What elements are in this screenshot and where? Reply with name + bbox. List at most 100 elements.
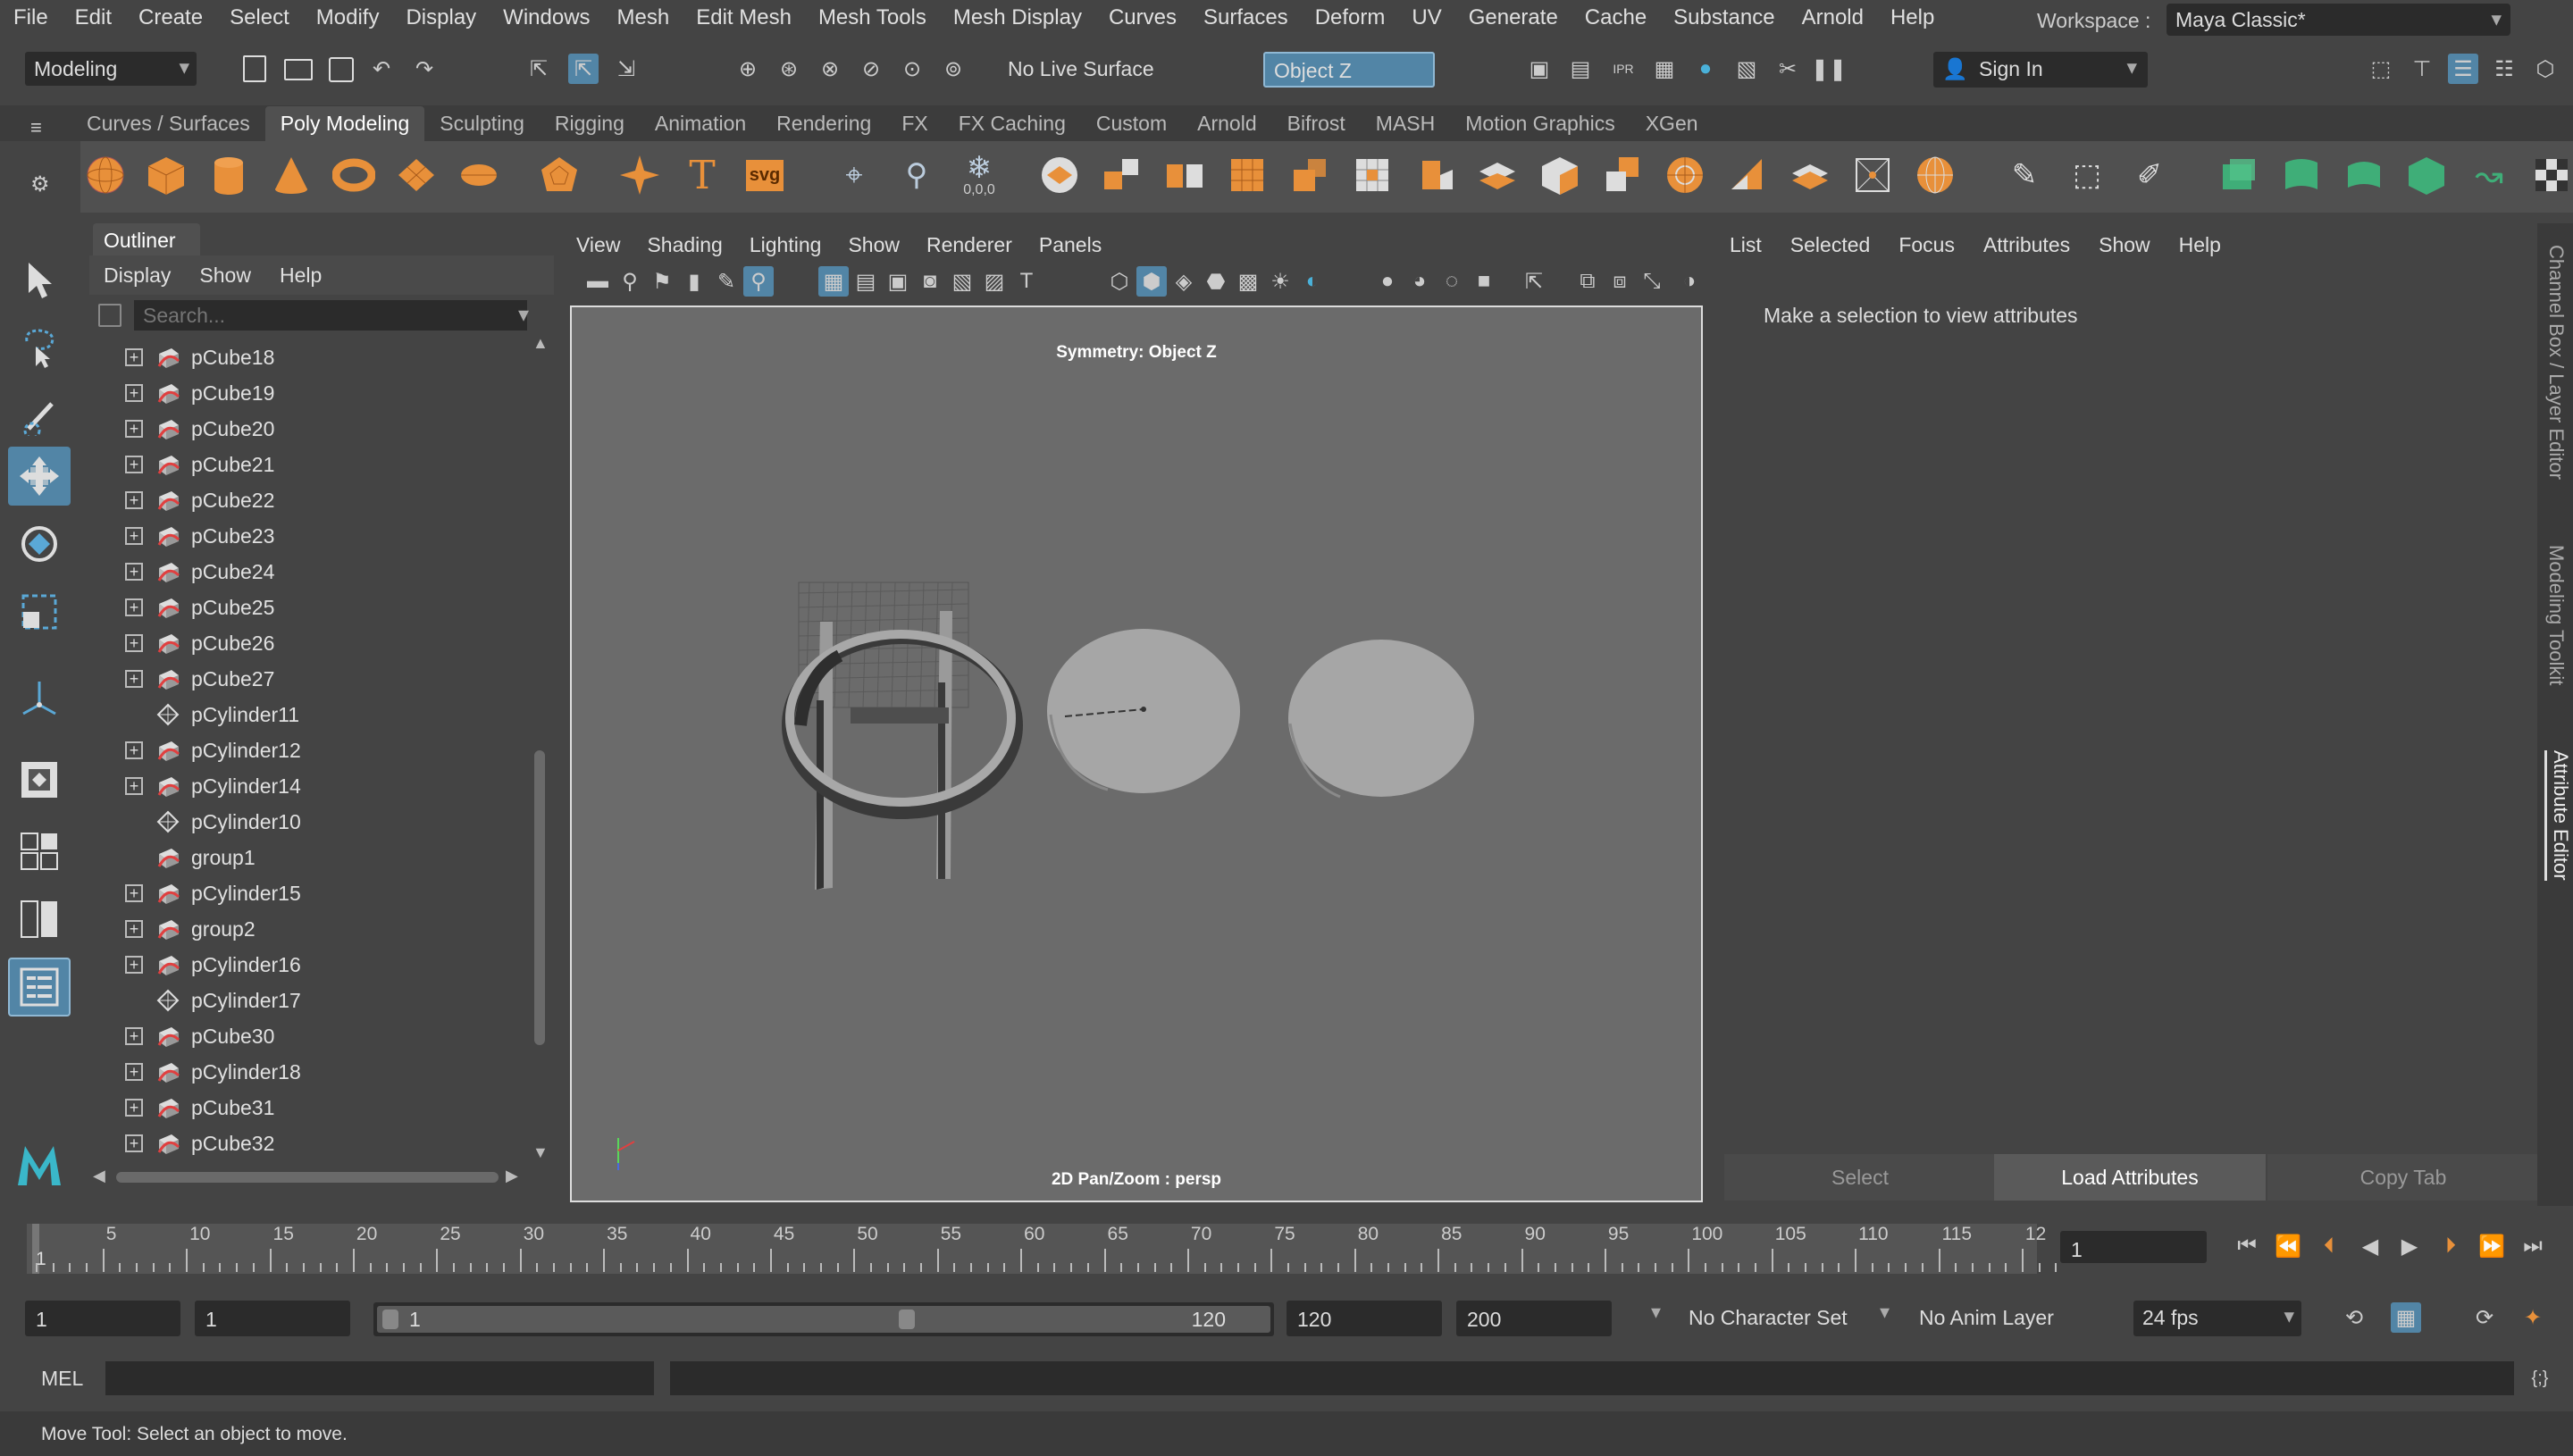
pan-zoom-icon[interactable]: ✎ bbox=[711, 266, 742, 297]
outliner-row[interactable]: pCylinder10 bbox=[89, 804, 527, 840]
playback-start-field[interactable]: 1 bbox=[195, 1301, 350, 1336]
modeling-toolkit-shelf-icon[interactable]: ⚲ bbox=[893, 152, 940, 198]
shelf-tab-arnold[interactable]: Arnold bbox=[1182, 106, 1271, 141]
camera-attributes-icon[interactable]: ⚲ bbox=[615, 266, 645, 297]
poly-sphere-icon[interactable] bbox=[82, 152, 129, 198]
shelf-tab-xgen[interactable]: XGen bbox=[1630, 106, 1714, 141]
playback-end-field[interactable]: 120 bbox=[1286, 1301, 1442, 1336]
outliner-row[interactable]: + pCube27 bbox=[89, 661, 527, 697]
script-language-toggle[interactable]: MEL bbox=[41, 1367, 83, 1391]
animation-preferences-icon[interactable]: ⟳ bbox=[2469, 1302, 2500, 1333]
pause-render-icon[interactable]: ❚❚ bbox=[1811, 54, 1847, 84]
lasso-tool-icon[interactable] bbox=[8, 318, 71, 377]
command-input[interactable] bbox=[105, 1361, 654, 1395]
outliner-menu-help[interactable]: Help bbox=[265, 264, 336, 288]
chair-model[interactable] bbox=[782, 582, 1023, 890]
viewport-menu-show[interactable]: Show bbox=[834, 233, 913, 257]
anim-layer-select[interactable]: No Anim Layer bbox=[1919, 1306, 2054, 1330]
outliner-row[interactable]: + pCylinder12 bbox=[89, 732, 527, 768]
shelf-tab-mash[interactable]: MASH bbox=[1361, 106, 1450, 141]
mirror-icon[interactable] bbox=[1161, 152, 1208, 198]
shelf-tab-curves-surfaces[interactable]: Curves / Surfaces bbox=[71, 106, 265, 141]
menu-modify[interactable]: Modify bbox=[303, 5, 393, 30]
super-shape-icon[interactable] bbox=[616, 152, 663, 198]
range-handle-left-icon[interactable] bbox=[382, 1310, 398, 1329]
uv-checker-icon[interactable] bbox=[2528, 152, 2573, 198]
outliner-row[interactable]: + pCube21 bbox=[89, 447, 527, 482]
menu-edit-mesh[interactable]: Edit Mesh bbox=[683, 5, 805, 30]
menu-file[interactable]: File bbox=[0, 5, 62, 30]
outliner-row[interactable]: + pCylinder14 bbox=[89, 768, 527, 804]
animation-start-field[interactable]: 1 bbox=[25, 1301, 180, 1336]
outliner-row[interactable]: + pCylinder15 bbox=[89, 875, 527, 911]
menu-arnold[interactable]: Arnold bbox=[1789, 5, 1877, 30]
viewport-menu-renderer[interactable]: Renderer bbox=[913, 233, 1026, 257]
menu-select[interactable]: Select bbox=[216, 5, 303, 30]
edit-edge-flow-icon[interactable]: ✐ bbox=[2126, 152, 2173, 198]
outliner-row[interactable]: + pCube31 bbox=[89, 1090, 527, 1125]
wireframe-on-shaded-icon[interactable]: ◈ bbox=[1169, 266, 1199, 297]
reduce-icon[interactable] bbox=[1286, 152, 1333, 198]
circularize-icon[interactable] bbox=[1662, 152, 1708, 198]
menu-display[interactable]: Display bbox=[392, 5, 490, 30]
loop-icon[interactable]: ⟲ bbox=[2339, 1302, 2369, 1333]
table-top-model[interactable] bbox=[1288, 640, 1474, 799]
menu-mesh[interactable]: Mesh bbox=[604, 5, 683, 30]
last-tool-icon[interactable] bbox=[8, 670, 71, 729]
outliner-row[interactable]: + pCube20 bbox=[89, 411, 527, 447]
film-gate-icon[interactable]: ▤ bbox=[851, 266, 881, 297]
use-lights-icon[interactable]: ☀ bbox=[1265, 266, 1295, 297]
outliner-row[interactable]: + pCube23 bbox=[89, 518, 527, 554]
redo-icon[interactable]: ↷ bbox=[409, 54, 440, 84]
remesh-icon[interactable] bbox=[1349, 152, 1395, 198]
expand-icon[interactable]: + bbox=[125, 420, 143, 438]
move-tool-icon[interactable] bbox=[8, 447, 71, 506]
hscroll-thumb[interactable] bbox=[116, 1172, 499, 1183]
grid-icon[interactable]: ▦ bbox=[818, 266, 849, 297]
scroll-thumb[interactable] bbox=[534, 750, 545, 1045]
resolution-gate-icon[interactable]: ▣ bbox=[883, 266, 913, 297]
copy-tab-button[interactable]: Copy Tab bbox=[2267, 1154, 2539, 1201]
outliner-hscrollbar[interactable]: ◀ ▶ bbox=[89, 1167, 527, 1188]
append-icon[interactable] bbox=[1599, 152, 1646, 198]
crease-icon[interactable] bbox=[1849, 152, 1896, 198]
extrude-icon[interactable] bbox=[1412, 152, 1458, 198]
viewport-menu-shading[interactable]: Shading bbox=[633, 233, 735, 257]
outliner-row[interactable]: + pCube19 bbox=[89, 375, 527, 411]
poly-cylinder-icon[interactable] bbox=[205, 152, 252, 198]
expand-icon[interactable]: + bbox=[125, 956, 143, 974]
uv-planar-icon[interactable] bbox=[2216, 152, 2262, 198]
menu-mesh-display[interactable]: Mesh Display bbox=[940, 5, 1095, 30]
ambient-occlusion-icon[interactable]: ● bbox=[1372, 266, 1403, 297]
menu-help[interactable]: Help bbox=[1877, 5, 1948, 30]
select-button[interactable]: Select bbox=[1724, 1154, 1996, 1201]
menu-generate[interactable]: Generate bbox=[1455, 5, 1571, 30]
new-scene-icon[interactable] bbox=[243, 55, 266, 82]
ipr-render-icon[interactable]: IPR bbox=[1608, 54, 1639, 84]
poly-cone-icon[interactable] bbox=[268, 152, 314, 198]
outliner-row[interactable]: + pCylinder18 bbox=[89, 1054, 527, 1090]
outliner-row[interactable]: + pCube26 bbox=[89, 625, 527, 661]
load-attributes-button[interactable]: Load Attributes bbox=[1994, 1154, 2266, 1201]
symmetry-field[interactable]: Object Z bbox=[1263, 52, 1435, 88]
step-back-frame-icon[interactable]: ⏴ bbox=[2314, 1231, 2344, 1261]
outliner-menu-display[interactable]: Display bbox=[89, 264, 185, 288]
character-set-icon[interactable]: ▾ bbox=[1651, 1301, 1661, 1324]
expand-icon[interactable]: + bbox=[125, 384, 143, 402]
wireframe-icon[interactable]: ⬡ bbox=[1104, 266, 1135, 297]
snap-point-icon[interactable]: ⊗ bbox=[815, 54, 845, 84]
poly-type-icon[interactable]: T bbox=[679, 152, 725, 198]
select-tool-icon[interactable] bbox=[8, 250, 71, 309]
combine-icon[interactable] bbox=[1036, 152, 1083, 198]
xray-icon[interactable]: ⧉ bbox=[1572, 266, 1603, 297]
attribute-menu-show[interactable]: Show bbox=[2084, 233, 2165, 257]
xray-components-icon[interactable]: ⤡ bbox=[1637, 266, 1667, 297]
outliner-row[interactable]: + group2 bbox=[89, 911, 527, 947]
safe-title-icon[interactable]: T bbox=[1011, 266, 1042, 297]
safe-action-icon[interactable]: ▨ bbox=[979, 266, 1010, 297]
snowflake-icon[interactable]: ❄ 0,0,0 bbox=[956, 152, 1002, 198]
render-settings-icon[interactable]: ▦ bbox=[1649, 54, 1680, 84]
sign-in-button[interactable]: 👤 Sign In ▾ bbox=[1933, 52, 2148, 88]
seat-cushion-model[interactable] bbox=[1047, 629, 1240, 793]
outliner-menu-show[interactable]: Show bbox=[185, 264, 265, 288]
